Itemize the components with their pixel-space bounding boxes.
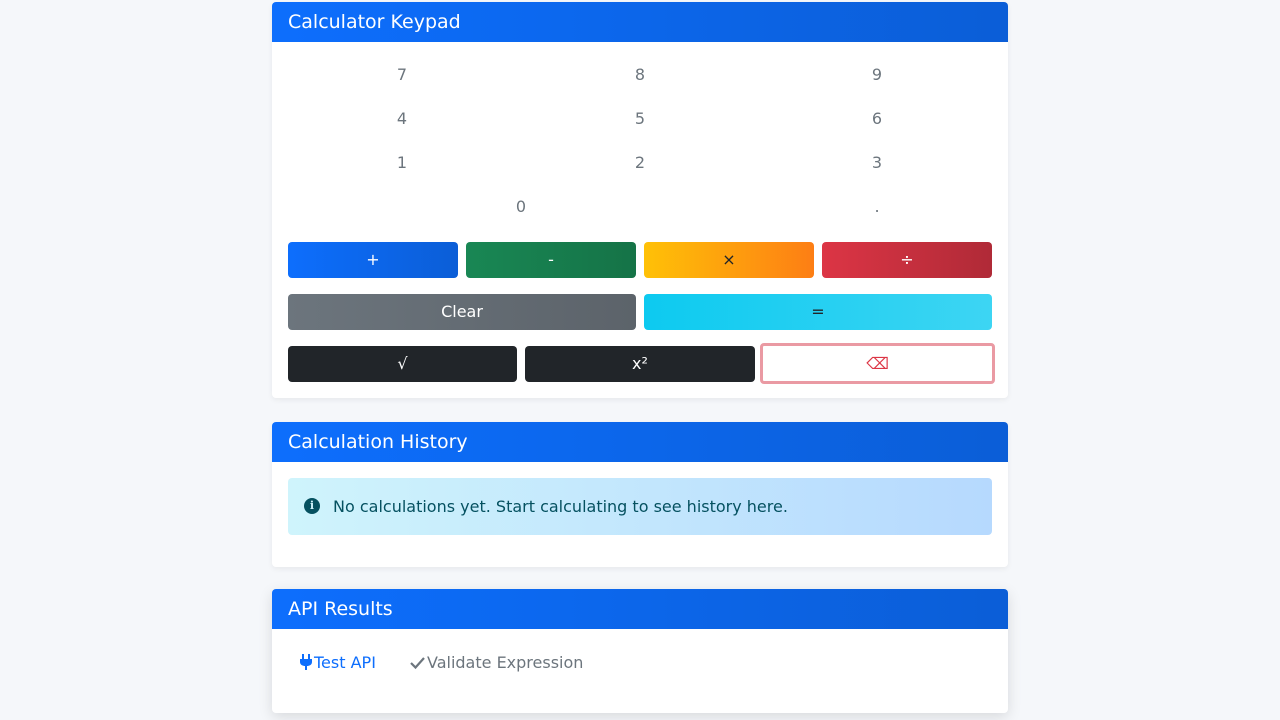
calculation-history-card: Calculation History i No calculations ye… <box>272 422 1008 567</box>
square-button[interactable]: x² <box>525 346 755 382</box>
key-7[interactable]: 7 <box>288 57 516 93</box>
check-icon <box>410 653 425 677</box>
key-8[interactable]: 8 <box>526 57 754 93</box>
tab-validate-expression[interactable]: Validate Expression <box>410 651 583 675</box>
minus-button[interactable]: - <box>466 242 636 278</box>
history-header: Calculation History <box>272 422 1008 462</box>
key-5[interactable]: 5 <box>526 101 754 137</box>
key-6[interactable]: 6 <box>763 101 991 137</box>
calculator-keypad-card: Calculator Keypad 7 8 9 4 5 6 1 2 3 0 . … <box>272 2 1008 398</box>
key-1[interactable]: 1 <box>288 145 516 181</box>
key-3[interactable]: 3 <box>763 145 991 181</box>
tab-validate-expression-label: Validate Expression <box>427 653 584 672</box>
plus-button[interactable]: + <box>288 242 458 278</box>
api-results-card: API Results Test API Validate Expression <box>272 589 1008 713</box>
key-9[interactable]: 9 <box>763 57 991 93</box>
key-4[interactable]: 4 <box>288 101 516 137</box>
info-circle-icon: i <box>304 498 320 514</box>
backspace-button[interactable]: ⌫ <box>760 343 995 384</box>
sqrt-button[interactable]: √ <box>288 346 517 382</box>
multiply-button[interactable]: × <box>644 242 814 278</box>
divide-button[interactable]: ÷ <box>822 242 992 278</box>
tab-test-api-label: Test API <box>314 653 376 672</box>
history-empty-message: No calculations yet. Start calculating t… <box>333 497 788 516</box>
plug-icon <box>300 653 312 677</box>
history-empty-alert: i No calculations yet. Start calculating… <box>288 478 992 535</box>
keypad-header: Calculator Keypad <box>272 2 1008 42</box>
api-header: API Results <box>272 589 1008 629</box>
tab-test-api[interactable]: Test API <box>300 651 376 675</box>
key-0[interactable]: 0 <box>288 189 754 225</box>
equals-button[interactable]: = <box>644 294 992 330</box>
key-2[interactable]: 2 <box>526 145 754 181</box>
clear-button[interactable]: Clear <box>288 294 636 330</box>
key-decimal[interactable]: . <box>763 189 991 225</box>
